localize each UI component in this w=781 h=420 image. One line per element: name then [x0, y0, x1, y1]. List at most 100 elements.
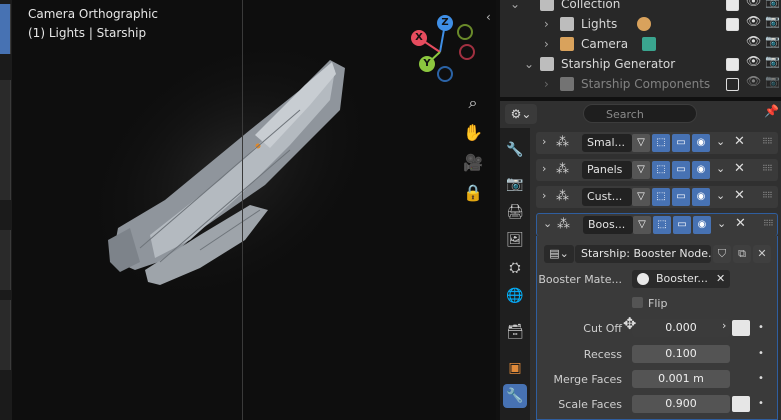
render-icon[interactable]: ◉ — [692, 188, 710, 206]
cutoff-arrow-icon[interactable]: › — [722, 319, 726, 332]
modifier-custom[interactable]: › ⁂ Cust... ▽ ⬚ ▭ ◉ ⌄ ✕ ⠿⠿ — [536, 186, 778, 208]
expand-arrow-icon[interactable]: ⌄ — [510, 0, 520, 14]
outliner-row-camera[interactable]: › Camera — [500, 34, 781, 54]
keyframe-dot-icon[interactable]: • — [758, 398, 764, 409]
cutoff-field[interactable]: 0.000 — [632, 319, 730, 337]
object-tab-icon[interactable]: ▣ — [503, 356, 527, 380]
node-group-browse-button[interactable]: ▤⌄ — [544, 245, 574, 263]
tool-tab-icon[interactable]: 🔧 — [503, 138, 527, 162]
viewport-display-icon[interactable]: ▭ — [672, 161, 690, 179]
keyframe-dot-icon[interactable]: • — [758, 348, 764, 359]
modifier-tab-icon[interactable]: 🔧 — [503, 384, 527, 408]
eye-icon[interactable]: 👁 — [746, 34, 761, 48]
gizmo-neg-z[interactable] — [437, 66, 453, 82]
expand-arrow-icon[interactable]: › — [542, 135, 546, 148]
camera-icon[interactable]: 🎥 — [462, 152, 484, 174]
world-tab-icon[interactable]: 🌐 — [503, 284, 527, 308]
expand-arrow-icon[interactable]: › — [542, 189, 546, 202]
tool-group-3[interactable] — [0, 300, 11, 370]
lock-icon[interactable]: 🔒 — [462, 182, 484, 204]
modifier-name-field[interactable]: Panels — [582, 161, 632, 179]
recess-field[interactable]: 0.100 — [632, 345, 730, 363]
eye-icon[interactable]: 👁 — [746, 74, 761, 88]
dropdown-icon[interactable]: ⌄ — [716, 162, 725, 175]
tool-group-1[interactable] — [0, 80, 11, 200]
editmode-icon[interactable]: ⬚ — [652, 134, 670, 152]
include-checkbox[interactable] — [726, 58, 739, 71]
render-camera-icon[interactable]: 📷 — [765, 74, 780, 88]
keyframe-dot-icon[interactable]: • — [758, 373, 764, 384]
render-camera-icon[interactable]: 📷 — [765, 0, 780, 8]
dropdown-icon[interactable]: ⌄ — [716, 135, 725, 148]
node-input-toggle-icon[interactable] — [732, 320, 750, 336]
3d-viewport[interactable]: Camera Orthographic (1) Lights | Starshi… — [0, 0, 496, 420]
collection-tab-icon[interactable]: 🗃 — [503, 320, 527, 344]
render-camera-icon[interactable]: 📷 — [765, 54, 780, 68]
gizmo-z-axis[interactable]: Z — [437, 15, 453, 31]
eye-icon[interactable]: 👁 — [746, 0, 761, 8]
render-camera-icon[interactable]: 📷 — [765, 14, 780, 28]
modifier-booster[interactable]: ⌄ ⁂ Boos... ▽ ⬚ ▭ ◉ ⌄ ✕ ⠿⠿ — [536, 213, 778, 236]
editor-type-dropdown[interactable]: ⚙⌄ — [505, 104, 537, 124]
editmode-icon[interactable]: ⬚ — [653, 216, 671, 234]
gizmo-neg-x[interactable] — [459, 44, 475, 60]
close-icon[interactable]: ✕ — [734, 134, 745, 149]
exclude-checkbox[interactable] — [726, 78, 739, 91]
expand-arrow-icon[interactable]: › — [544, 74, 549, 94]
modifier-name-field[interactable]: Smal... — [582, 134, 632, 152]
output-tab-icon[interactable]: 🖨 — [503, 200, 527, 224]
scale-faces-field[interactable]: 0.900 — [632, 395, 730, 413]
drag-handle-icon[interactable]: ⠿⠿ — [762, 137, 773, 146]
flip-checkbox[interactable] — [632, 297, 643, 308]
close-icon[interactable]: ✕ — [734, 188, 745, 203]
drag-handle-icon[interactable]: ⠿⠿ — [763, 219, 774, 228]
clear-material-icon[interactable]: ✕ — [716, 270, 725, 288]
tool-select-button[interactable] — [0, 4, 11, 54]
render-icon[interactable]: ◉ — [692, 134, 710, 152]
fake-user-shield-icon[interactable]: ⛉ — [713, 245, 731, 263]
render-icon[interactable]: ◉ — [692, 161, 710, 179]
node-input-toggle-icon[interactable] — [732, 396, 750, 412]
unlink-close-icon[interactable]: ✕ — [753, 245, 771, 263]
editmode-icon[interactable]: ⬚ — [652, 188, 670, 206]
modifier-panels[interactable]: › ⁂ Panels ▽ ⬚ ▭ ◉ ⌄ ✕ ⠿⠿ — [536, 159, 778, 181]
edit-cage-icon[interactable]: ▽ — [633, 216, 651, 234]
render-camera-icon[interactable]: 📷 — [765, 34, 780, 48]
modifier-small[interactable]: › ⁂ Smal... ▽ ⬚ ▭ ◉ ⌄ ✕ ⠿⠿ — [536, 132, 778, 154]
navigation-gizmo[interactable]: Z X Y — [405, 14, 475, 84]
node-group-name-field[interactable]: Starship: Booster Node... — [575, 245, 711, 263]
pin-icon[interactable]: 📌 — [764, 104, 779, 118]
zoom-icon[interactable]: ⌕ — [462, 92, 484, 114]
merge-faces-field[interactable]: 0.001 m — [632, 370, 730, 388]
eye-icon[interactable]: 👁 — [746, 14, 761, 28]
eye-icon[interactable]: 👁 — [746, 54, 761, 68]
close-icon[interactable]: ✕ — [735, 216, 746, 231]
tool-group-2[interactable] — [0, 230, 11, 290]
expand-arrow-icon[interactable]: › — [542, 162, 546, 175]
edit-cage-icon[interactable]: ▽ — [632, 134, 650, 152]
dropdown-icon[interactable]: ⌄ — [716, 189, 725, 202]
gizmo-neg-y[interactable] — [457, 24, 473, 40]
gizmo-x-axis[interactable]: X — [411, 30, 427, 46]
view-layer-tab-icon[interactable]: 🖼 — [503, 228, 527, 252]
collapse-arrow-icon[interactable]: ‹ — [486, 10, 491, 24]
expand-arrow-icon[interactable]: › — [544, 14, 549, 34]
editmode-icon[interactable]: ⬚ — [652, 161, 670, 179]
render-tab-icon[interactable]: 📷 — [503, 172, 527, 196]
edit-cage-icon[interactable]: ▽ — [632, 188, 650, 206]
include-checkbox[interactable] — [726, 0, 739, 11]
viewport-display-icon[interactable]: ▭ — [672, 134, 690, 152]
collapse-arrow-icon[interactable]: ⌄ — [543, 217, 552, 230]
hand-icon[interactable]: ✋ — [462, 122, 484, 144]
booster-material-field[interactable]: Booster... ✕ — [632, 270, 730, 288]
expand-arrow-icon[interactable]: › — [544, 34, 549, 54]
keyframe-dot-icon[interactable]: • — [758, 322, 764, 333]
render-icon[interactable]: ◉ — [693, 216, 711, 234]
expand-arrow-icon[interactable]: ⌄ — [524, 54, 534, 74]
duplicate-icon[interactable]: ⧉ — [733, 245, 751, 263]
viewport-display-icon[interactable]: ▭ — [673, 216, 691, 234]
include-checkbox[interactable] — [726, 18, 739, 31]
search-input[interactable]: Search — [583, 104, 697, 123]
drag-handle-icon[interactable]: ⠿⠿ — [762, 164, 773, 173]
modifier-name-field[interactable]: Cust... — [582, 188, 632, 206]
